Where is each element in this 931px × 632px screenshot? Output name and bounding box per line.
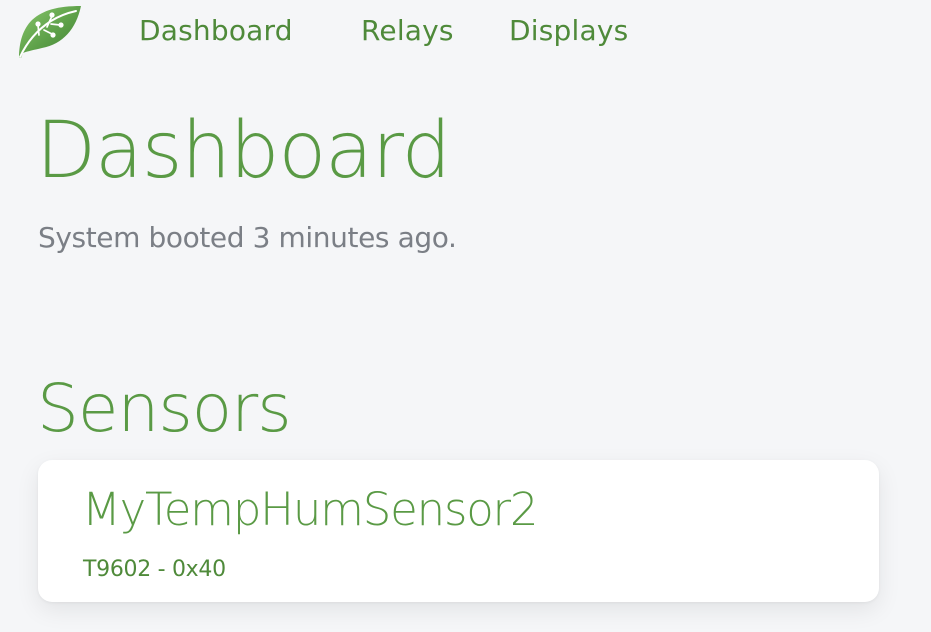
sensor-name: MyTempHumSensor2 <box>82 483 538 536</box>
page: Dashboard Relays Displays Dashboard Syst… <box>0 0 931 632</box>
leaf-icon[interactable] <box>16 5 82 59</box>
nav-displays-link[interactable]: Displays <box>509 14 628 47</box>
top-navigation: Dashboard Relays Displays <box>0 0 931 66</box>
boot-status-text: System booted 3 minutes ago. <box>38 221 457 254</box>
page-title: Dashboard <box>36 106 451 196</box>
nav-relays-link[interactable]: Relays <box>361 14 454 47</box>
sensor-model-address: T9602 - 0x40 <box>83 557 226 582</box>
nav-dashboard-link[interactable]: Dashboard <box>139 14 293 47</box>
sensors-section-title: Sensors <box>37 370 292 447</box>
sensor-card[interactable]: MyTempHumSensor2 T9602 - 0x40 <box>38 460 879 602</box>
